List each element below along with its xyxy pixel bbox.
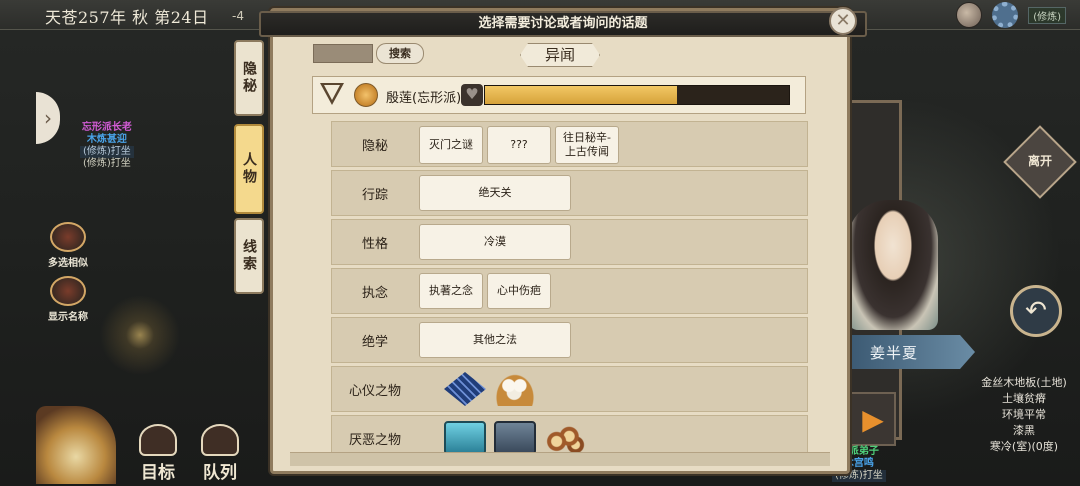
row-label: 心仪之物	[348, 383, 401, 399]
back-button[interactable]: ↶	[1010, 285, 1062, 337]
cyan-stone-slab-icon[interactable]	[444, 421, 486, 455]
search-button[interactable]: 搜索	[376, 43, 424, 64]
dialog-title: 选择需要讨论或者询问的话题	[259, 11, 867, 37]
npc-name-banner: 姜半夏	[850, 335, 975, 369]
palette-icon[interactable]	[956, 2, 983, 28]
multi-select-icon	[50, 222, 86, 252]
undo-arrow-icon: ↶	[1025, 296, 1047, 326]
topic-chip[interactable]: 执著之念	[419, 273, 483, 309]
show-names-button[interactable]: 显示名称	[38, 276, 98, 323]
tab-secrets[interactable]: 隐秘	[234, 40, 264, 116]
row-label: 行踪	[361, 187, 388, 203]
eye-icon	[50, 276, 86, 306]
topic-chip[interactable]: 其他之法	[419, 322, 571, 358]
person-name: 殷莲(忘形派)	[386, 91, 462, 106]
steamed-buns-icon[interactable]	[494, 372, 536, 406]
row-label: 性格	[361, 236, 388, 252]
game-date: 天苍257年 秋 第24日	[45, 8, 209, 27]
people-icon	[201, 424, 239, 456]
wood-logs-icon[interactable]	[544, 421, 586, 455]
topic-chip[interactable]: 往日秘辛-上古传闻	[555, 126, 619, 164]
favor-bar	[484, 85, 790, 105]
npc-portrait	[848, 200, 938, 330]
tab-people[interactable]: 人物	[234, 124, 264, 214]
topic-row-whereabouts: 行踪 绝天关	[331, 170, 808, 216]
cultivation-status: (修炼)	[1028, 6, 1066, 24]
play-button[interactable]: ▶	[850, 392, 896, 446]
play-icon: ▶	[862, 402, 884, 436]
row-label: 隐秘	[361, 138, 388, 154]
chevron-right-icon: ›	[44, 106, 52, 130]
multi-select-similar-button[interactable]: 多选相似	[38, 222, 98, 269]
collapse-triangle-icon[interactable]	[320, 83, 344, 105]
gray-stone-slab-icon[interactable]	[494, 421, 536, 455]
settings-gear-icon[interactable]	[992, 2, 1019, 28]
sect-emblem-icon	[354, 83, 378, 107]
topic-chip[interactable]: 绝天关	[419, 175, 571, 211]
topic-chip[interactable]: 心中伤疤	[487, 273, 551, 309]
tab-clues[interactable]: 线索	[234, 218, 264, 294]
tile-info-panel: 金丝木地板(土地) 土壤贫瘠 环境平常 漆黑 寒冷(室)(0度)	[981, 376, 1067, 453]
topic-row-obsession: 执念 执著之念 心中伤疤	[331, 268, 808, 314]
close-icon: ✕	[835, 10, 851, 31]
goal-button[interactable]: 目标	[128, 424, 188, 483]
blue-cloth-icon[interactable]	[444, 372, 486, 406]
leave-label: 离开	[1027, 154, 1052, 168]
row-label: 执念	[361, 285, 388, 301]
topic-chip[interactable]: 灭门之谜	[419, 126, 483, 164]
topic-row-personality: 性格 冷漠	[331, 219, 808, 265]
search-input[interactable]	[313, 44, 373, 63]
person-row[interactable]: 殷莲(忘形派) ♥	[312, 76, 806, 114]
heart-icon: ♥	[461, 84, 483, 106]
team-queue-button[interactable]: 队列	[190, 424, 250, 483]
npc-label-left[interactable]: 忘形派长老 木炼甚迎 (修炼)打坐 (修炼)打坐	[80, 122, 134, 170]
gourd-menu-icon[interactable]	[36, 406, 116, 484]
row-label: 绝学	[361, 334, 388, 350]
topic-chip[interactable]: 冷漠	[419, 224, 571, 260]
topic-row-liked-items: 心仪之物	[331, 366, 808, 412]
topic-row-skills: 绝学 其他之法	[331, 317, 808, 363]
topic-row-secrets: 隐秘 灭门之谜 ??? 往日秘辛-上古传闻	[331, 121, 808, 167]
close-dialog-button[interactable]: ✕	[829, 7, 857, 35]
topic-chip[interactable]: ???	[487, 126, 551, 164]
dialog-bottom-edge	[290, 452, 830, 466]
house-icon	[139, 424, 177, 456]
top-indicator: -4	[232, 9, 244, 23]
section-tab-anecdotes[interactable]: 异闻	[520, 43, 600, 67]
favor-bar-fill	[485, 86, 677, 104]
